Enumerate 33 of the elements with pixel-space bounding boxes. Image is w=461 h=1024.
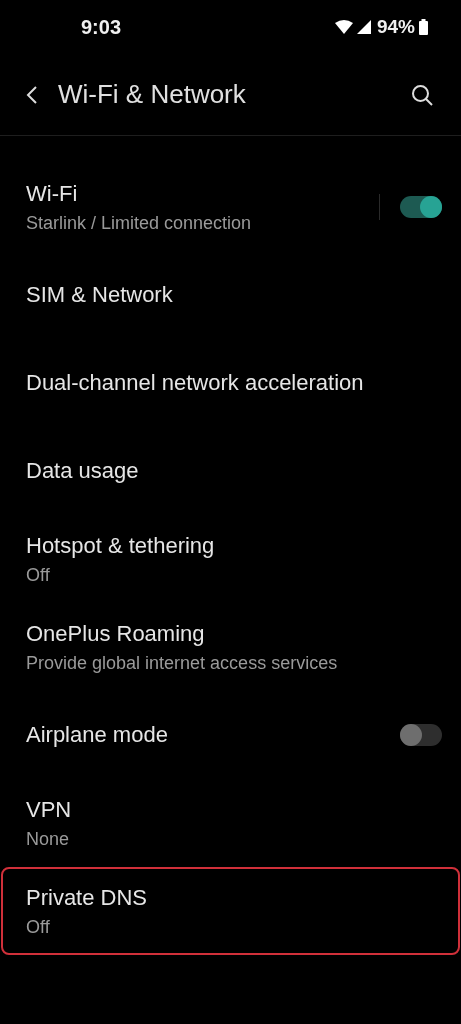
- item-title: Wi-Fi: [26, 180, 79, 207]
- item-title: SIM & Network: [26, 282, 174, 308]
- settings-item[interactable]: Data usage: [1, 427, 460, 515]
- page-title: Wi-Fi & Network: [58, 79, 247, 110]
- back-icon[interactable]: [26, 84, 38, 105]
- item-title: VPN: [26, 796, 73, 823]
- toggle-switch[interactable]: [400, 196, 442, 218]
- settings-item[interactable]: SIM & Network: [1, 251, 460, 339]
- settings-item[interactable]: Hotspot & tethering Off: [1, 515, 460, 603]
- item-title: Data usage: [26, 458, 140, 484]
- item-subtitle: None: [26, 828, 71, 850]
- settings-item[interactable]: OnePlus Roaming Provide global internet access services: [1, 603, 460, 691]
- status-time: 9:03: [81, 15, 122, 39]
- item-title: Airplane mode: [26, 722, 169, 748]
- battery-level: 94%: [376, 16, 415, 38]
- settings-item[interactable]: Wi-Fi Starlink / Limited connection: [1, 163, 460, 251]
- settings-item[interactable]: Airplane mode: [1, 691, 460, 779]
- signal-icon: [356, 20, 371, 34]
- item-title: Private DNS: [26, 884, 149, 911]
- item-subtitle: Starlink / Limited connection: [26, 212, 253, 234]
- settings-item[interactable]: Dual-channel network acceleration: [1, 339, 460, 427]
- item-title: Dual-channel network acceleration: [26, 370, 365, 396]
- item-subtitle: Provide global internet access services: [26, 652, 339, 674]
- item-subtitle: Off: [26, 916, 51, 938]
- wifi-icon: [334, 20, 353, 34]
- item-title: Hotspot & tethering: [26, 532, 216, 559]
- toggle-switch[interactable]: [400, 724, 442, 746]
- battery-icon: [419, 19, 428, 35]
- search-icon[interactable]: [411, 83, 433, 106]
- item-subtitle: Off: [26, 564, 51, 586]
- settings-item[interactable]: VPN None: [1, 779, 460, 867]
- item-title: OnePlus Roaming: [26, 620, 206, 647]
- settings-item[interactable]: Private DNS Off: [1, 867, 460, 955]
